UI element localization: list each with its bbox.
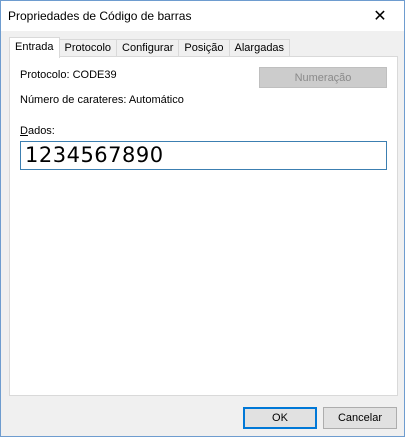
tab-protocolo[interactable]: Protocolo xyxy=(58,39,118,57)
protocol-label: Protocolo: CODE39 xyxy=(20,69,117,81)
character-count-label: Número de carateres: Automático xyxy=(20,94,184,106)
tab-posicao[interactable]: Posição xyxy=(178,39,230,57)
window-title: Propriedades de Código de barras xyxy=(8,9,192,23)
close-icon: ✕ xyxy=(373,8,387,25)
tab-alargadas[interactable]: Alargadas xyxy=(228,39,291,57)
data-label: Dados: xyxy=(20,125,55,137)
close-button[interactable]: ✕ xyxy=(358,2,402,30)
tab-strip: Entrada Protocolo Configurar Posição Ala… xyxy=(9,37,291,58)
cancel-button[interactable]: Cancelar xyxy=(323,407,397,429)
ok-button[interactable]: OK xyxy=(243,407,317,429)
data-label-mnemonic: D xyxy=(20,125,28,137)
title-bar: Propriedades de Código de barras ✕ xyxy=(1,1,404,31)
tab-entrada[interactable]: Entrada xyxy=(9,37,60,58)
numeracao-button[interactable]: Numeração xyxy=(259,67,387,88)
dialog-window: Propriedades de Código de barras ✕ Entra… xyxy=(0,0,405,437)
tab-panel-entrada: Protocolo: CODE39 Numeração Número de ca… xyxy=(9,56,398,396)
tab-configurar[interactable]: Configurar xyxy=(116,39,180,57)
data-label-text: ados: xyxy=(27,125,55,137)
data-input[interactable]: 1234567890 xyxy=(20,141,387,170)
